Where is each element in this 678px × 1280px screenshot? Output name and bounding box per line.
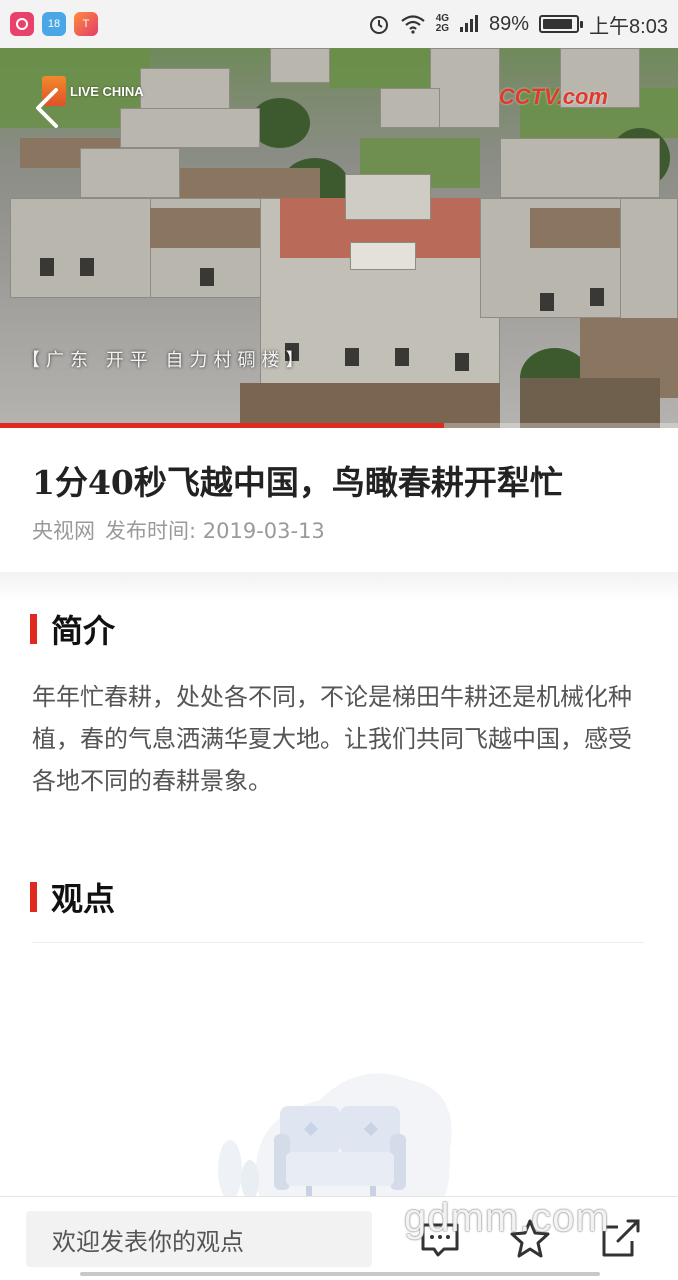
article-meta: 央视网 发布时间: 2019-03-13 [32, 515, 325, 545]
signal-icon [460, 15, 479, 32]
intro-heading: 简介 [51, 612, 116, 650]
video-progress-fill [0, 423, 445, 428]
status-bar: 18 T 4G 2G 89% 上午8:03 [0, 0, 678, 48]
battery-icon [539, 15, 584, 33]
site-watermark: gdmm.com [404, 1196, 610, 1240]
notification-icons: 18 T [10, 12, 98, 36]
opinions-divider [32, 942, 644, 943]
alarm-icon [369, 16, 388, 34]
cctv-logo: CCTV.com [498, 84, 608, 109]
clock: 上午8:03 [589, 15, 668, 38]
section-accent-bar [30, 882, 37, 912]
network-2g-label: 2G [435, 23, 450, 34]
network-type: 4G 2G [436, 14, 449, 34]
article-source: 央视网 [32, 519, 95, 543]
calendar-app-icon: 18 [42, 12, 66, 36]
comment-input[interactable]: 欢迎发表你的观点 [26, 1211, 372, 1267]
system-status: 4G 2G 89% 上午8:03 [368, 10, 668, 39]
battery-percent: 89% [489, 12, 530, 35]
tool-app-icon: T [74, 12, 98, 36]
empty-sofa-illustration [218, 1073, 452, 1200]
live-china-logo-text: LIVE CHINA [70, 83, 144, 99]
app-notification-icon [10, 12, 34, 36]
video-progress-bar[interactable] [0, 423, 678, 428]
article-title: 1分40秒飞越中国，鸟瞰春耕开犁忙 [32, 463, 563, 502]
video-caption: 【广东 开平 自力村碉楼】 [22, 350, 310, 371]
intro-text: 年年忙春耕，处处各不同，不论是梯田牛耕还是机械化种植，春的气息洒满华夏大地。让我… [32, 683, 632, 795]
opinions-section-header: 观点 [30, 874, 115, 920]
intro-section-header: 简介 [30, 606, 115, 652]
video-player[interactable]: LIVE CHINA CCTV.com 【广东 开平 自力村碉楼】 [0, 48, 678, 428]
section-divider [0, 572, 678, 602]
battery-level [543, 19, 572, 29]
wifi-icon [400, 15, 425, 34]
section-accent-bar [30, 614, 37, 644]
gesture-nav-bar[interactable] [80, 1272, 600, 1276]
publish-date: 发布时间: 2019-03-13 [105, 519, 325, 543]
back-arrow-icon[interactable] [32, 86, 62, 130]
opinions-heading: 观点 [51, 880, 116, 918]
